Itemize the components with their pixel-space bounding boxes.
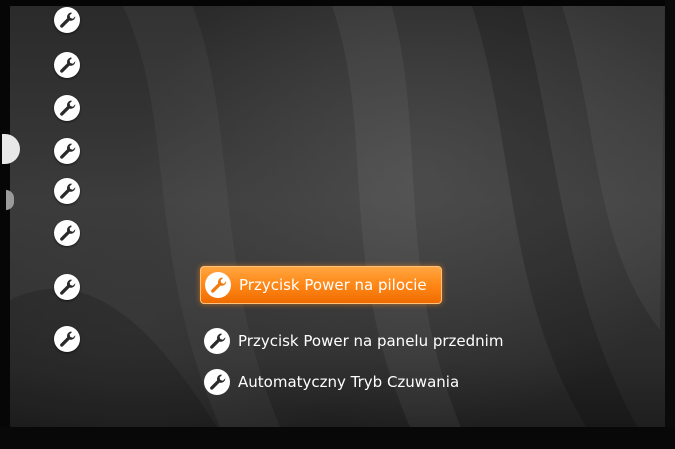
wrench-icon[interactable] bbox=[54, 52, 80, 78]
right-frame bbox=[665, 0, 675, 449]
menu-item-power-front-panel[interactable]: Przycisk Power na panelu przednim bbox=[200, 322, 517, 360]
left-frame bbox=[0, 0, 10, 449]
menu-item-label: Automatyczny Tryb Czuwania bbox=[238, 373, 460, 391]
wrench-icon bbox=[204, 328, 230, 354]
settings-menu: Przycisk Power na pilocie Przycisk Power… bbox=[200, 0, 620, 449]
wrench-icon[interactable] bbox=[54, 138, 80, 164]
category-icon-column bbox=[52, 0, 92, 449]
wrench-icon bbox=[205, 272, 231, 298]
wrench-icon[interactable] bbox=[54, 274, 80, 300]
wrench-icon[interactable] bbox=[54, 7, 80, 33]
menu-item-power-remote[interactable]: Przycisk Power na pilocie bbox=[200, 266, 442, 304]
wrench-icon[interactable] bbox=[54, 178, 80, 204]
wrench-icon bbox=[204, 369, 230, 395]
menu-item-label: Przycisk Power na panelu przednim bbox=[238, 332, 504, 350]
menu-item-auto-standby[interactable]: Automatyczny Tryb Czuwania bbox=[200, 363, 473, 401]
wrench-icon[interactable] bbox=[54, 95, 80, 121]
wrench-icon[interactable] bbox=[54, 220, 80, 246]
settings-screen: Przycisk Power na pilocie Przycisk Power… bbox=[0, 0, 675, 449]
menu-item-label: Przycisk Power na pilocie bbox=[239, 276, 427, 294]
wrench-icon[interactable] bbox=[54, 326, 80, 352]
